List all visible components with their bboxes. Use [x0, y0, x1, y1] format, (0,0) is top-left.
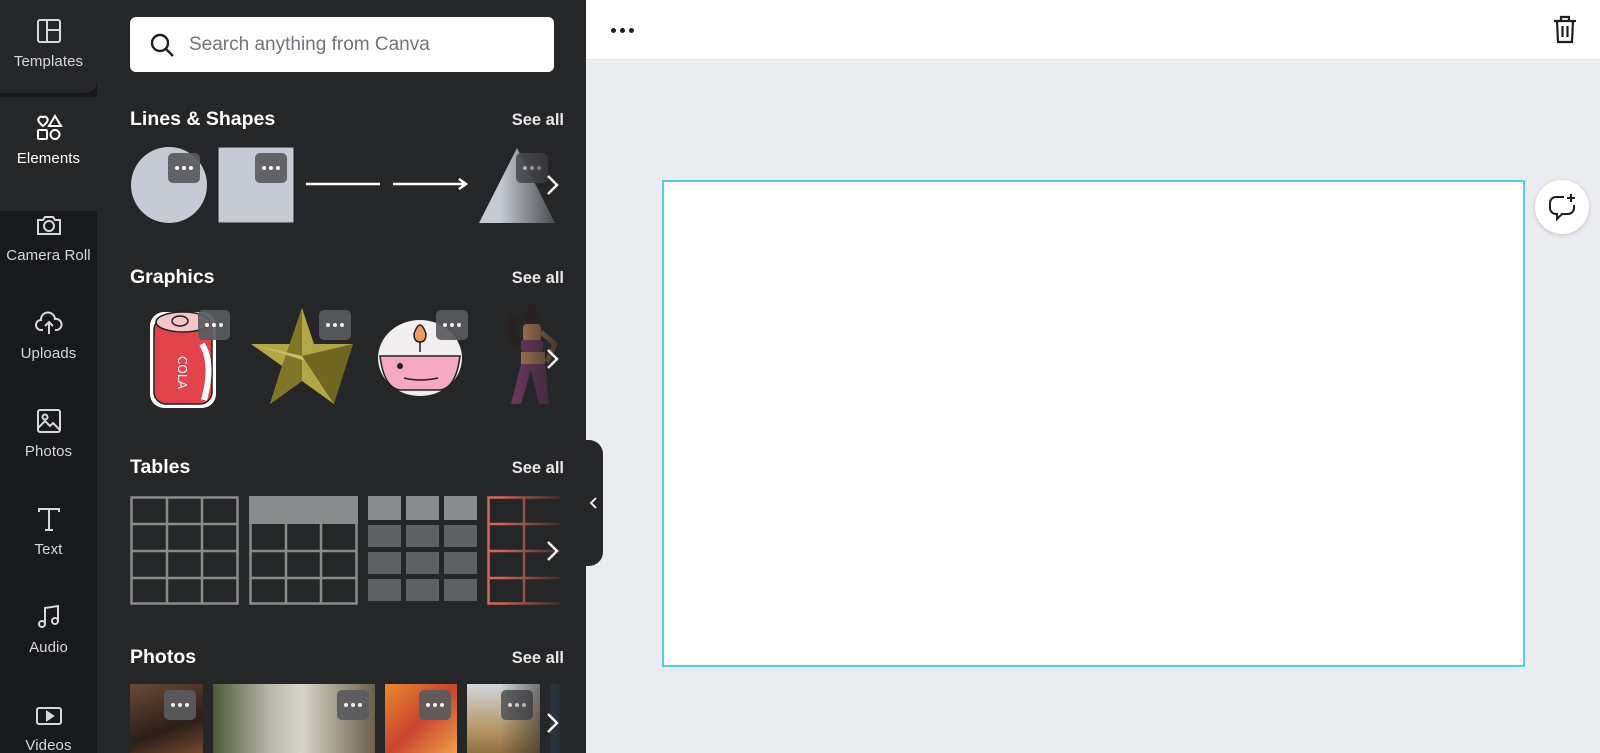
rail-label: Uploads — [20, 345, 77, 362]
camera-icon — [36, 216, 61, 235]
graphic-candle[interactable] — [366, 304, 474, 414]
rail-item-audio[interactable]: Audio — [0, 586, 97, 680]
elements-icon — [36, 114, 63, 140]
shape-line[interactable] — [304, 146, 382, 224]
search-box[interactable] — [130, 17, 554, 72]
lines-shapes-next-arrow[interactable] — [524, 146, 560, 224]
rail-item-text[interactable]: Text — [0, 488, 97, 582]
more-options-button[interactable] — [436, 310, 468, 340]
more-options-button[interactable] — [198, 310, 230, 340]
tables-row — [130, 496, 560, 605]
shape-circle[interactable] — [130, 146, 208, 224]
rail-item-uploads[interactable]: Uploads — [0, 292, 97, 386]
left-rail: Templates Elements Camera Roll Uploads P… — [0, 0, 97, 753]
search-icon — [150, 33, 174, 57]
photo-thumbnail[interactable] — [130, 684, 203, 753]
more-options-button[interactable] — [606, 18, 638, 42]
text-icon — [37, 508, 60, 531]
table-grid-header[interactable] — [249, 496, 358, 605]
see-all-photos[interactable]: See all — [512, 649, 564, 668]
photo-thumbnail[interactable] — [213, 684, 375, 753]
more-options-button[interactable] — [164, 690, 196, 720]
see-all-graphics[interactable]: See all — [512, 269, 564, 288]
video-icon — [35, 707, 62, 725]
collapse-panel-button[interactable] — [585, 440, 603, 566]
table-blocks-graphic — [368, 496, 477, 601]
more-options-button[interactable] — [419, 690, 451, 720]
photo-thumbnail[interactable] — [385, 684, 457, 753]
shape-arrow[interactable] — [391, 146, 469, 224]
section-title-graphics: Graphics — [130, 266, 215, 288]
rail-label: Photos — [24, 443, 73, 460]
graphics-next-arrow[interactable] — [524, 304, 560, 414]
photos-row — [130, 684, 560, 753]
graphic-gold-star[interactable] — [247, 304, 357, 414]
rail-item-templates[interactable]: Templates — [0, 0, 97, 94]
section-title-photos: Photos — [130, 646, 197, 668]
comment-add-icon — [1549, 194, 1575, 222]
rail-item-photos[interactable]: Photos — [0, 390, 97, 484]
svg-text:COLA: COLA — [175, 356, 189, 390]
rail-label: Audio — [29, 639, 68, 656]
rail-item-camera-roll[interactable]: Camera Roll — [0, 194, 97, 288]
lines-shapes-row — [130, 146, 560, 224]
search-input[interactable] — [189, 33, 539, 56]
see-all-tables[interactable]: See all — [512, 459, 564, 478]
music-note-icon — [37, 604, 59, 628]
photos-next-arrow[interactable] — [524, 708, 560, 738]
chevron-right-icon — [547, 349, 559, 369]
tables-next-arrow[interactable] — [524, 496, 560, 605]
rail-item-elements[interactable]: Elements — [0, 97, 97, 191]
line-shape — [306, 182, 380, 186]
table-plain-graphic — [130, 496, 239, 605]
rail-item-videos[interactable]: Videos — [0, 684, 97, 753]
rail-label: Videos — [25, 737, 72, 753]
section-title-tables: Tables — [130, 456, 191, 478]
chevron-right-icon — [547, 713, 559, 733]
chevron-right-icon — [547, 540, 559, 561]
templates-icon — [36, 19, 61, 43]
chevron-right-icon — [547, 175, 559, 195]
trash-icon[interactable] — [1550, 13, 1580, 45]
rail-label: Templates — [13, 53, 84, 70]
upload-cloud-icon — [34, 311, 63, 334]
see-all-lines-shapes[interactable]: See all — [512, 111, 564, 130]
arrow-shape — [393, 177, 469, 191]
canva-editor: Templates Elements Camera Roll Uploads P… — [0, 0, 1600, 753]
add-comment-button[interactable] — [1535, 180, 1589, 234]
elements-panel: Lines & Shapes See all — [97, 0, 586, 753]
top-toolbar — [586, 0, 1600, 60]
rail-label: Elements — [16, 150, 81, 167]
image-icon — [36, 409, 61, 433]
rail-label: Text — [34, 541, 63, 558]
more-options-button[interactable] — [255, 153, 287, 183]
chevron-left-icon — [589, 497, 597, 509]
table-header-graphic — [249, 496, 358, 605]
more-options-button[interactable] — [337, 690, 369, 720]
graphic-cola-can[interactable]: COLA — [130, 304, 238, 414]
graphics-row: COLA — [130, 304, 560, 414]
design-page[interactable] — [662, 180, 1525, 667]
more-options-button[interactable] — [168, 153, 200, 183]
more-options-button[interactable] — [319, 310, 351, 340]
table-grid-blocks[interactable] — [368, 496, 477, 605]
section-title-lines-shapes: Lines & Shapes — [130, 108, 276, 130]
rail-label: Camera Roll — [6, 247, 91, 264]
table-grid-plain[interactable] — [130, 496, 239, 605]
shape-square[interactable] — [217, 146, 295, 224]
